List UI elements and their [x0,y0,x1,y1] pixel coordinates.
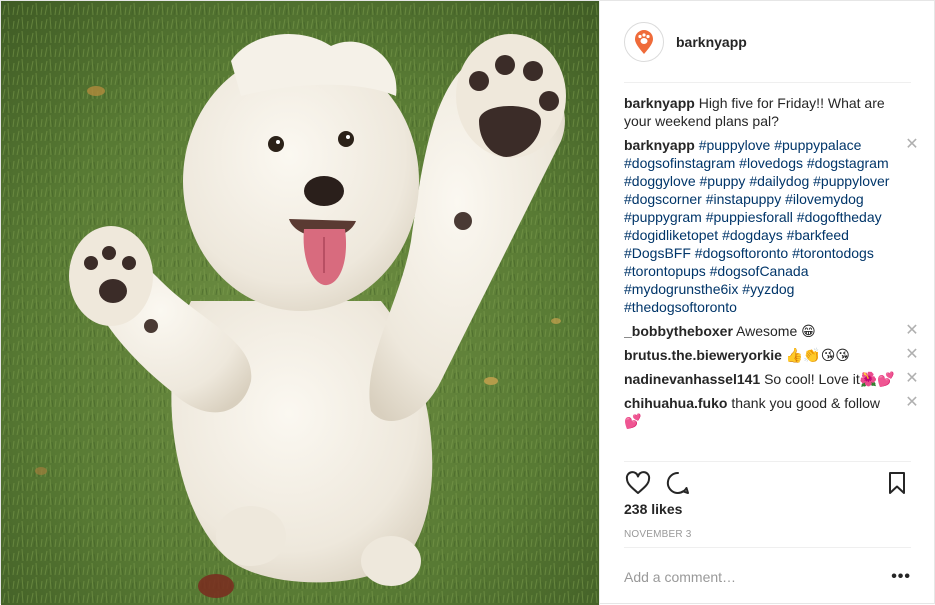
post-header: barknyapp [624,1,911,83]
comment-username[interactable]: barknyapp [624,137,695,153]
post-actions-bar [624,461,911,503]
add-comment-section: ••• [624,547,911,605]
account-username[interactable]: barknyapp [676,34,747,50]
comment-text: 👍👏😘😘 [785,347,850,363]
caption-comment: barknyapp High five for Friday!! What ar… [624,94,919,130]
comment-text: So cool! Love it🌺💕 [764,371,895,387]
delete-comment-icon[interactable]: ✕ [905,370,919,388]
comments-list[interactable]: barknyapp High five for Friday!! What ar… [624,94,919,461]
comment: _bobbytheboxer Awesome 😁 ✕ [624,322,919,340]
post-details-panel: barknyapp barknyapp High five for Friday… [599,1,935,605]
likes-count[interactable]: 238 likes [624,501,682,517]
comment-username[interactable]: chihuahua.fuko [624,395,727,411]
like-button[interactable] [624,469,652,497]
paw-pin-logo-icon [635,29,653,54]
speech-bubble-icon [666,471,689,494]
delete-comment-icon[interactable]: ✕ [905,346,919,364]
save-button[interactable] [883,469,911,497]
instagram-post: barknyapp barknyapp High five for Friday… [0,0,935,605]
comment: chihuahua.fuko thank you good & follow💕 … [624,394,919,430]
comment: nadinevanhassel141 So cool! Love it🌺💕 ✕ [624,370,919,388]
more-options-icon[interactable]: ••• [887,568,911,586]
delete-comment-icon[interactable]: ✕ [905,394,919,412]
comment-text[interactable]: #puppylove #puppypalace #dogsofinstagram… [624,137,889,315]
comment-text: Awesome 😁 [736,323,816,339]
add-comment-input[interactable] [624,568,887,585]
dog-photo-illustration [1,1,599,605]
delete-comment-icon[interactable]: ✕ [905,136,919,154]
comment-username[interactable]: brutus.the.bieweryorkie [624,347,782,363]
heart-outline-icon [625,470,651,494]
hashtags-comment: barknyapp #puppylove #puppypalace #dogso… [624,136,919,316]
delete-comment-icon[interactable]: ✕ [905,322,919,340]
comment-username[interactable]: _bobbytheboxer [624,323,733,339]
post-photo[interactable] [1,1,599,605]
comment-username[interactable]: barknyapp [624,95,695,111]
bookmark-icon [889,471,905,494]
account-avatar[interactable] [624,21,664,62]
comment: brutus.the.bieweryorkie 👍👏😘😘 ✕ [624,346,919,364]
comment-username[interactable]: nadinevanhassel141 [624,371,760,387]
post-date: NOVEMBER 3 [624,529,692,540]
comment-button[interactable] [664,469,692,497]
